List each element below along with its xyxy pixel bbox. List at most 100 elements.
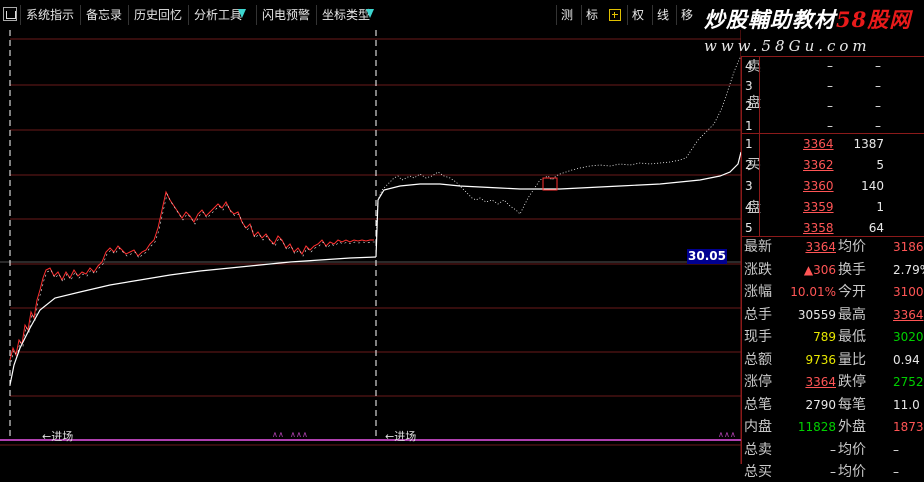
window-icon[interactable] xyxy=(3,7,17,21)
stat-label: 最高 xyxy=(838,306,866,323)
bid-price: 3359 xyxy=(803,200,834,214)
bid-row: 5 3358 64 xyxy=(741,218,924,238)
stat-value: 2752 xyxy=(893,375,924,389)
panel-divider xyxy=(741,236,924,237)
ask-volume: – xyxy=(875,99,881,113)
stat-value: 0.94 xyxy=(893,352,920,367)
stat-value: – xyxy=(830,442,836,457)
stat-label: 量比 xyxy=(838,351,866,368)
volume-mark: ∧ xyxy=(724,430,730,439)
toolbar-button-5[interactable]: 闪电预警 xyxy=(256,5,315,25)
entry-marker-1: ←进场 xyxy=(42,428,73,444)
stat-label: 涨幅 xyxy=(744,284,772,300)
panel-vline xyxy=(759,56,760,236)
stat-value: 3364 xyxy=(893,307,924,322)
bid-level: 3 xyxy=(745,179,753,193)
bid-level: 1 xyxy=(745,137,753,151)
volume-mark: ∧ xyxy=(718,430,724,439)
toolbar-button-1[interactable]: 系统指示 xyxy=(20,5,79,25)
bid-price: 3358 xyxy=(803,221,834,235)
chart-grid xyxy=(0,30,741,464)
stat-value: 3186 xyxy=(893,240,924,254)
toolbar-button-3[interactable]: 历史回忆 xyxy=(128,5,187,25)
stat-value: 30559 xyxy=(797,307,836,322)
dropdown-arrow-icon[interactable] xyxy=(238,9,246,18)
stat-row: 总卖 – 均价 – xyxy=(741,440,924,460)
watermark-title-main: 炒股輔助教材 xyxy=(704,7,836,32)
entry-arrow-icon: ← xyxy=(385,430,395,443)
stat-label: 总买 xyxy=(744,464,772,480)
toolbar-right-button-4[interactable]: 线 xyxy=(652,5,673,25)
stat-row: 涨跌 ▲306换手 2.79% xyxy=(741,260,924,280)
bid-volume: 140 xyxy=(861,179,884,193)
watermark-url: www.58Gu.com xyxy=(704,37,871,55)
zoom-plus-icon[interactable] xyxy=(609,9,621,21)
panel-divider xyxy=(741,56,924,57)
price-cursor-label: 30.05 xyxy=(687,249,727,264)
toolbar-right-button-1[interactable]: 测 xyxy=(556,5,577,25)
stat-row: 总买 – 均价 – xyxy=(741,462,924,482)
volume-mark: ∧ xyxy=(278,430,284,439)
stat-row: 内盘 11828外盘 18731 xyxy=(741,417,924,437)
price-series-day1 xyxy=(9,190,374,361)
stat-label: 总手 xyxy=(744,306,772,323)
stat-value: 789 xyxy=(813,330,836,344)
ask-row: 2– – xyxy=(741,96,924,116)
stat-value: 9736 xyxy=(805,352,836,367)
stat-row: 总笔 2790 每笔 11.0 xyxy=(741,395,924,415)
stat-label: 涨停 xyxy=(744,374,772,390)
stat-row: 现手 789 最低 3020 xyxy=(741,327,924,347)
stat-value: 18731 xyxy=(893,420,924,434)
stat-label: 总卖 xyxy=(744,441,772,458)
stat-label: 总额 xyxy=(744,351,772,368)
stat-value: 3100 xyxy=(893,285,924,299)
bid-level: 5 xyxy=(745,221,753,235)
bid-volume: 5 xyxy=(876,158,884,172)
ask-row: 3– – xyxy=(741,76,924,96)
stat-label: 均价 xyxy=(838,464,866,480)
ask-volume: – xyxy=(875,79,881,93)
stat-value: – xyxy=(893,465,899,479)
avg-line-day1 xyxy=(9,256,377,386)
bid-row: 1 3364 1387 xyxy=(741,134,924,154)
stat-value: 10.01% xyxy=(790,285,836,299)
stat-value: 3020 xyxy=(893,330,924,344)
quote-panel: 4– –3– –2– –1– – 卖盘 1 3364 1387 2 3362 5 3 3360 140 4 33… xyxy=(741,56,924,480)
panel-divider xyxy=(741,133,924,134)
entry-marker-label: 进场 xyxy=(394,430,417,443)
stat-value: 3364 xyxy=(805,375,836,389)
bid-price: 3364 xyxy=(803,137,834,151)
stat-value: 3364 xyxy=(805,240,836,254)
price-box-marker xyxy=(542,177,558,191)
bid-volume: 64 xyxy=(868,221,884,235)
ask-volume: – xyxy=(875,59,881,73)
stat-value: 11.0 xyxy=(893,397,920,412)
bid-row: 2 3362 5 xyxy=(741,155,924,175)
toolbar-right-button-3[interactable]: 权 xyxy=(627,5,648,25)
stat-label: 最新 xyxy=(744,239,772,255)
stat-label: 每笔 xyxy=(838,396,866,413)
volume-mark: ∧ xyxy=(730,430,736,439)
stat-row: 总手 30559 最高 3364 xyxy=(741,305,924,325)
toolbar: 系统指示 备忘录 历史回忆 分析工具 闪电预警 坐标类型 测标权线移 xyxy=(0,0,700,30)
price-series-day2 xyxy=(375,55,741,241)
stat-value: – xyxy=(830,465,836,479)
entry-marker-2: ←进场 xyxy=(385,428,416,444)
bid-row: 3 3360 140 xyxy=(741,176,924,196)
stat-value: 11828 xyxy=(797,420,836,434)
toolbar-button-2[interactable]: 备忘录 xyxy=(80,5,127,25)
ask-row: 4– – xyxy=(741,56,924,76)
volume-mark: ∧ xyxy=(296,430,302,439)
bid-volume: 1387 xyxy=(853,137,884,151)
bid-volume: 1 xyxy=(876,200,884,214)
stat-label: 涨跌 xyxy=(744,261,772,278)
entry-arrow-icon: ← xyxy=(42,430,52,443)
toolbar-right-button-5[interactable]: 移 xyxy=(676,5,697,25)
toolbar-right-button-2[interactable]: 标 xyxy=(581,5,602,25)
intraday-chart[interactable]: ∧ ∧ ∧ ∧ ∧ ∧ ∧ ∧ xyxy=(0,0,741,464)
stat-label: 今开 xyxy=(838,284,866,300)
dropdown-arrow-icon[interactable] xyxy=(366,9,374,18)
volume-mark: ∧ xyxy=(290,430,296,439)
ask-price: – xyxy=(827,99,833,113)
stat-value: 2.79% xyxy=(893,262,924,277)
